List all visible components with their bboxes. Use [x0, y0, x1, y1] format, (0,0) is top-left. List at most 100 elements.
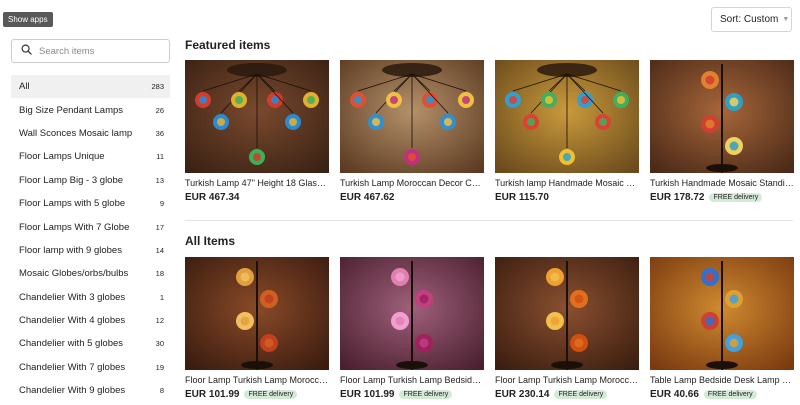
- product-card[interactable]: Floor Lamp Turkish Lamp Bedside Lamp EUR …: [340, 257, 484, 400]
- chevron-down-icon: ▼: [782, 16, 790, 23]
- price-row: EUR 230.14 FREE delivery: [495, 389, 639, 400]
- price-row: EUR 467.34: [185, 192, 329, 203]
- category-item[interactable]: Floor lamp with 9 globes 14: [11, 239, 170, 262]
- product-image[interactable]: [340, 257, 484, 370]
- category-count: 19: [155, 362, 164, 372]
- product-price: EUR 178.72: [650, 192, 705, 203]
- category-label: Floor Lamps Unique: [19, 151, 105, 163]
- product-image[interactable]: [495, 257, 639, 370]
- product-price: EUR 115.70: [495, 192, 549, 203]
- price-row: EUR 178.72 FREE delivery: [650, 192, 794, 203]
- free-delivery-badge: FREE delivery: [709, 193, 763, 202]
- product-image[interactable]: [495, 60, 639, 173]
- category-label: Wall Sconces Mosaic lamp: [19, 127, 133, 139]
- category-count: 18: [155, 269, 164, 279]
- product-card[interactable]: Turkish Lamp 47" Height 18 Glass Globes …: [185, 60, 329, 203]
- price-row: EUR 101.99 FREE delivery: [185, 389, 329, 400]
- sort-dropdown[interactable]: Sort: Custom ▼: [711, 7, 792, 32]
- category-count: 1: [159, 292, 164, 302]
- product-card[interactable]: Turkish Lamp Moroccan Decor Chandelier EU…: [340, 60, 484, 203]
- product-title[interactable]: Table Lamp Bedside Desk Lamp Mosaic: [650, 375, 794, 385]
- category-item[interactable]: Chandelier With 9 globes 8: [11, 379, 170, 402]
- category-item[interactable]: Chandelier with 5 globes 30: [11, 332, 170, 355]
- product-price: EUR 230.14: [495, 389, 550, 400]
- all-items-title: All Items: [185, 234, 236, 248]
- category-item[interactable]: Floor Lamps with 5 globe 9: [11, 192, 170, 215]
- price-row: EUR 115.70: [495, 192, 639, 203]
- category-count: 14: [155, 245, 164, 255]
- section-divider: [185, 220, 793, 221]
- category-count: 30: [155, 339, 164, 349]
- sidebar: All 283 Big Size Pendant Lamps 26 Wall Sconc…: [11, 39, 170, 402]
- category-label: Chandelier With 4 globes: [19, 315, 126, 327]
- product-image[interactable]: [650, 60, 794, 173]
- product-title[interactable]: Floor Lamp Turkish Lamp Moroccan Lamp: [185, 375, 329, 385]
- product-title[interactable]: Turkish Handmade Mosaic Standing Floor L…: [650, 178, 794, 188]
- category-count: 8: [159, 386, 164, 396]
- product-card[interactable]: Floor Lamp Turkish Lamp Moroccan Lamp EUR…: [495, 257, 639, 400]
- product-title[interactable]: Floor Lamp Turkish Lamp Bedside Lamp: [340, 375, 484, 385]
- category-label: Chandelier with 5 globes: [19, 338, 124, 350]
- category-count: 283: [151, 82, 164, 92]
- product-card[interactable]: Turkish lamp Handmade Mosaic Chandelier E…: [495, 60, 639, 203]
- category-item[interactable]: Floor Lamps Unique 11: [11, 145, 170, 168]
- all-items-grid: Floor Lamp Turkish Lamp Moroccan Lamp EUR…: [185, 257, 794, 400]
- category-item[interactable]: All 283: [11, 75, 170, 99]
- product-image[interactable]: [340, 60, 484, 173]
- product-price: EUR 101.99: [340, 389, 395, 400]
- free-delivery-badge: FREE delivery: [244, 390, 298, 399]
- product-image[interactable]: [650, 257, 794, 370]
- category-label: Floor Lamps With 7 Globe: [19, 221, 130, 233]
- category-item[interactable]: Floor Lamps With 7 Globe 17: [11, 215, 170, 238]
- category-label: Chandelier With 7 globes: [19, 361, 126, 373]
- product-title[interactable]: Turkish lamp Handmade Mosaic Chandelier: [495, 178, 639, 188]
- category-count: 13: [155, 175, 164, 185]
- free-delivery-badge: FREE delivery: [399, 390, 453, 399]
- product-card[interactable]: Floor Lamp Turkish Lamp Moroccan Lamp EUR…: [185, 257, 329, 400]
- search-box[interactable]: [11, 39, 170, 63]
- category-count: 9: [159, 199, 164, 209]
- category-item[interactable]: Wall Sconces Mosaic lamp 36: [11, 122, 170, 145]
- product-title[interactable]: Floor Lamp Turkish Lamp Moroccan Lamp: [495, 375, 639, 385]
- price-row: EUR 40.66 FREE delivery: [650, 389, 794, 400]
- sort-label: Sort: Custom: [720, 14, 779, 25]
- show-apps-button[interactable]: Show apps: [3, 12, 53, 27]
- free-delivery-badge: FREE delivery: [554, 390, 608, 399]
- category-label: Chandelier With 9 globes: [19, 385, 126, 397]
- featured-grid: Turkish Lamp 47" Height 18 Glass Globes …: [185, 60, 794, 203]
- product-price: EUR 467.62: [340, 192, 395, 203]
- category-item[interactable]: Floor Lamp Big - 3 globe 13: [11, 169, 170, 192]
- category-label: Floor Lamp Big - 3 globe: [19, 174, 124, 186]
- product-price: EUR 467.34: [185, 192, 240, 203]
- category-list: All 283 Big Size Pendant Lamps 26 Wall Sconc…: [11, 75, 170, 402]
- category-item[interactable]: Chandelier With 4 globes 12: [11, 309, 170, 332]
- category-item[interactable]: Chandelier With 3 globes 1: [11, 286, 170, 309]
- featured-title: Featured items: [185, 38, 271, 52]
- category-label: Big Size Pendant Lamps: [19, 104, 124, 116]
- search-icon: [21, 42, 32, 60]
- category-label: Floor Lamps with 5 globe: [19, 198, 126, 210]
- category-count: 11: [156, 152, 164, 162]
- price-row: EUR 467.62: [340, 192, 484, 203]
- category-item[interactable]: Mosaic Globes/orbs/bulbs 18: [11, 262, 170, 285]
- product-image[interactable]: [185, 257, 329, 370]
- price-row: EUR 101.99 FREE delivery: [340, 389, 484, 400]
- category-label: Mosaic Globes/orbs/bulbs: [19, 268, 129, 280]
- search-input[interactable]: [39, 45, 159, 57]
- category-count: 12: [155, 316, 164, 326]
- product-price: EUR 40.66: [650, 389, 699, 400]
- category-count: 36: [155, 128, 164, 138]
- product-image[interactable]: [185, 60, 329, 173]
- product-card[interactable]: Turkish Handmade Mosaic Standing Floor L…: [650, 60, 794, 203]
- category-label: Floor lamp with 9 globes: [19, 244, 122, 256]
- product-title[interactable]: Turkish Lamp 47" Height 18 Glass Globes …: [185, 178, 329, 188]
- category-label: Chandelier With 3 globes: [19, 291, 126, 303]
- product-price: EUR 101.99: [185, 389, 240, 400]
- free-delivery-badge: FREE delivery: [703, 390, 757, 399]
- product-title[interactable]: Turkish Lamp Moroccan Decor Chandelier: [340, 178, 484, 188]
- category-item[interactable]: Big Size Pendant Lamps 26: [11, 98, 170, 121]
- category-item[interactable]: Chandelier With 7 globes 19: [11, 356, 170, 379]
- product-card[interactable]: Table Lamp Bedside Desk Lamp Mosaic EUR 4…: [650, 257, 794, 400]
- category-count: 17: [155, 222, 164, 232]
- category-label: All: [19, 81, 30, 93]
